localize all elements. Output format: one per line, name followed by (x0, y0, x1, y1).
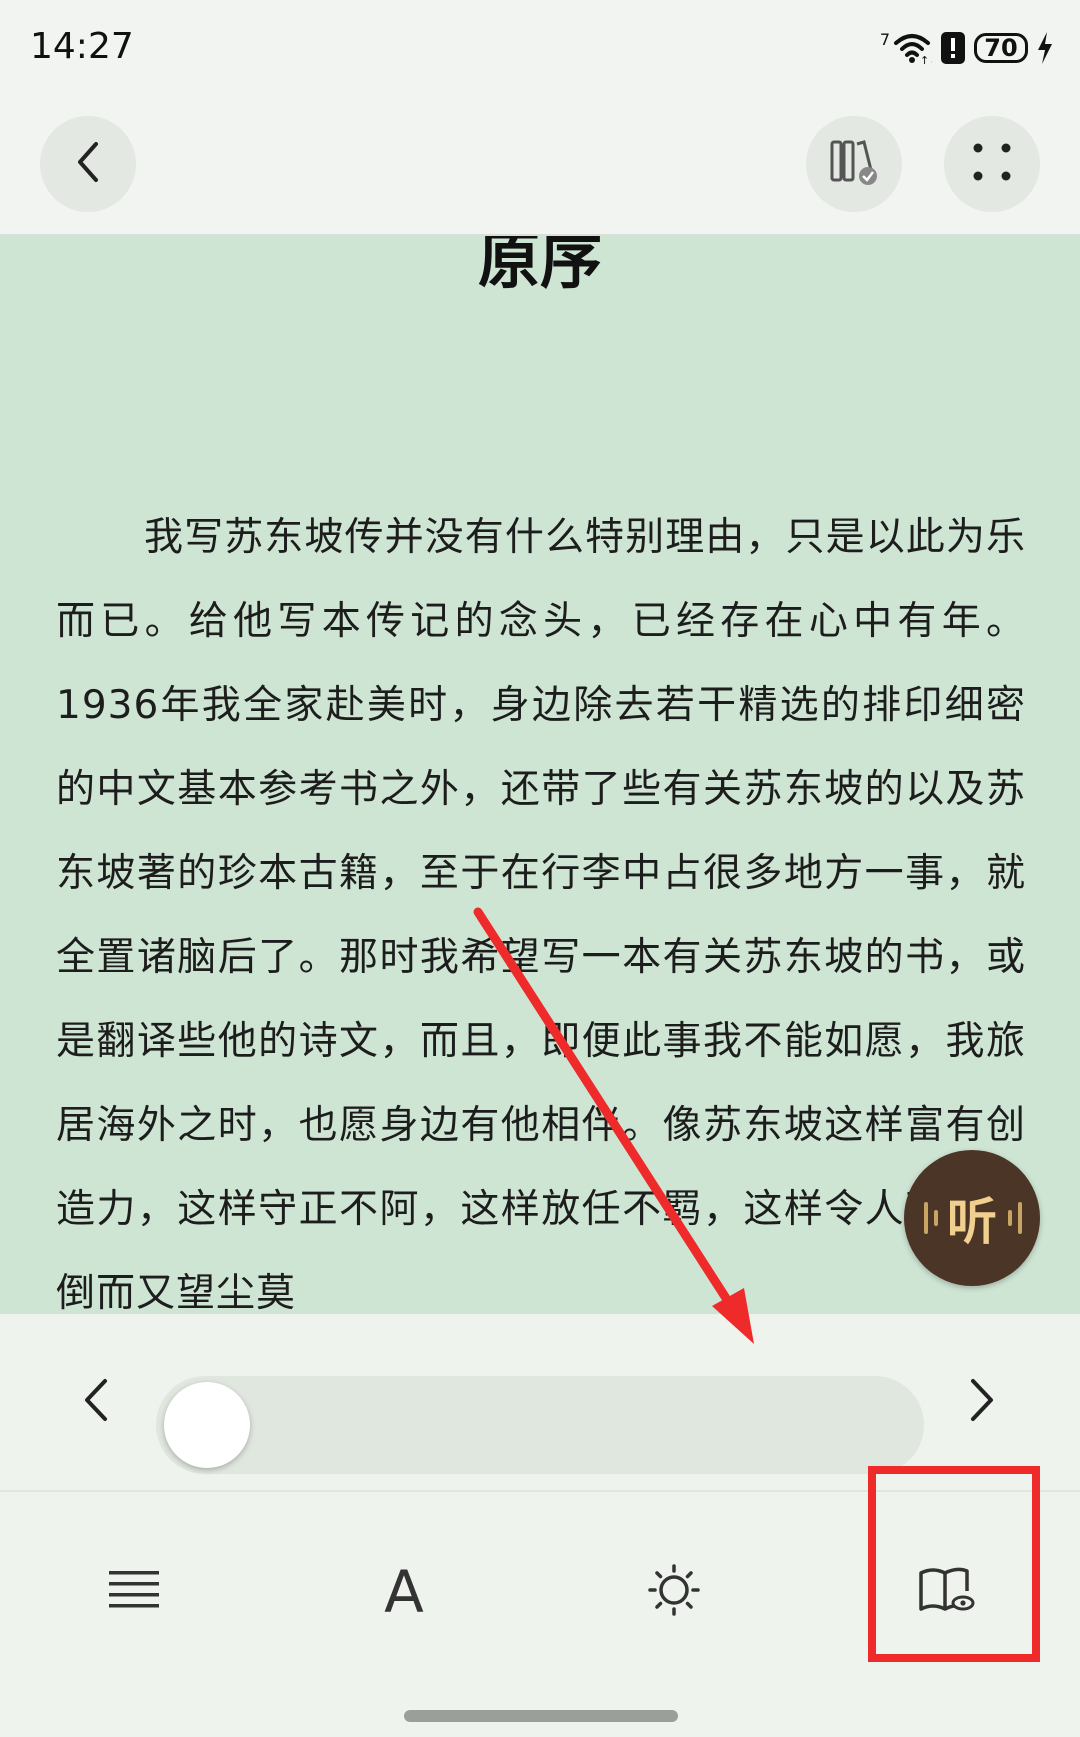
chapter-title: 原序 (477, 234, 602, 297)
more-button[interactable] (944, 116, 1040, 212)
back-chevron-icon (68, 138, 108, 190)
progress-slider-thumb[interactable] (164, 1382, 250, 1468)
sound-wave-icon (924, 1202, 928, 1234)
annotation-highlight-box (868, 1466, 1040, 1662)
wifi-icon: ↑↓ (892, 31, 932, 65)
listen-label: 听 (947, 1193, 997, 1251)
reading-area[interactable]: 原序 我写苏东坡传并没有什么特别理由，只是以此为乐而已。给他写本传记的念头，已经… (0, 234, 1080, 1314)
font-icon: A (384, 1558, 424, 1626)
sound-wave-icon (1018, 1202, 1022, 1234)
progress-row (0, 1314, 1080, 1490)
font-settings-button[interactable]: A (354, 1542, 454, 1642)
status-icons: 7 ↑↓ 70 (880, 26, 1054, 70)
svg-text:↑↓: ↑↓ (920, 54, 932, 65)
status-bar: 14:27 7 ↑↓ 70 (0, 0, 1080, 96)
signal-superscript: 7 (879, 29, 890, 49)
brightness-icon (647, 1563, 701, 1621)
alert-icon (940, 31, 966, 65)
menu-list-icon (107, 1568, 161, 1616)
home-indicator[interactable] (404, 1710, 678, 1722)
prev-chapter-icon (81, 1377, 111, 1427)
table-of-contents-button[interactable] (84, 1542, 184, 1642)
sound-wave-icon (1008, 1210, 1012, 1226)
next-chapter-button[interactable] (952, 1372, 1012, 1432)
status-time: 14:27 (30, 26, 134, 67)
top-toolbar (0, 96, 1080, 236)
charging-bolt-icon (1036, 31, 1054, 65)
listen-button[interactable]: 听 (904, 1150, 1040, 1286)
next-chapter-icon (967, 1377, 997, 1427)
more-dots-icon (970, 140, 1014, 188)
bookshelf-icon (828, 136, 880, 192)
brightness-button[interactable] (624, 1542, 724, 1642)
sound-wave-icon (934, 1210, 938, 1226)
progress-slider[interactable] (156, 1376, 924, 1474)
back-button[interactable] (40, 116, 136, 212)
battery-icon: 70 (974, 33, 1028, 63)
chapter-body-text: 我写苏东坡传并没有什么特别理由，只是以此为乐而已。给他写本传记的念头，已经存在心… (56, 515, 1026, 1314)
bookshelf-button[interactable] (806, 116, 902, 212)
prev-chapter-button[interactable] (66, 1372, 126, 1432)
